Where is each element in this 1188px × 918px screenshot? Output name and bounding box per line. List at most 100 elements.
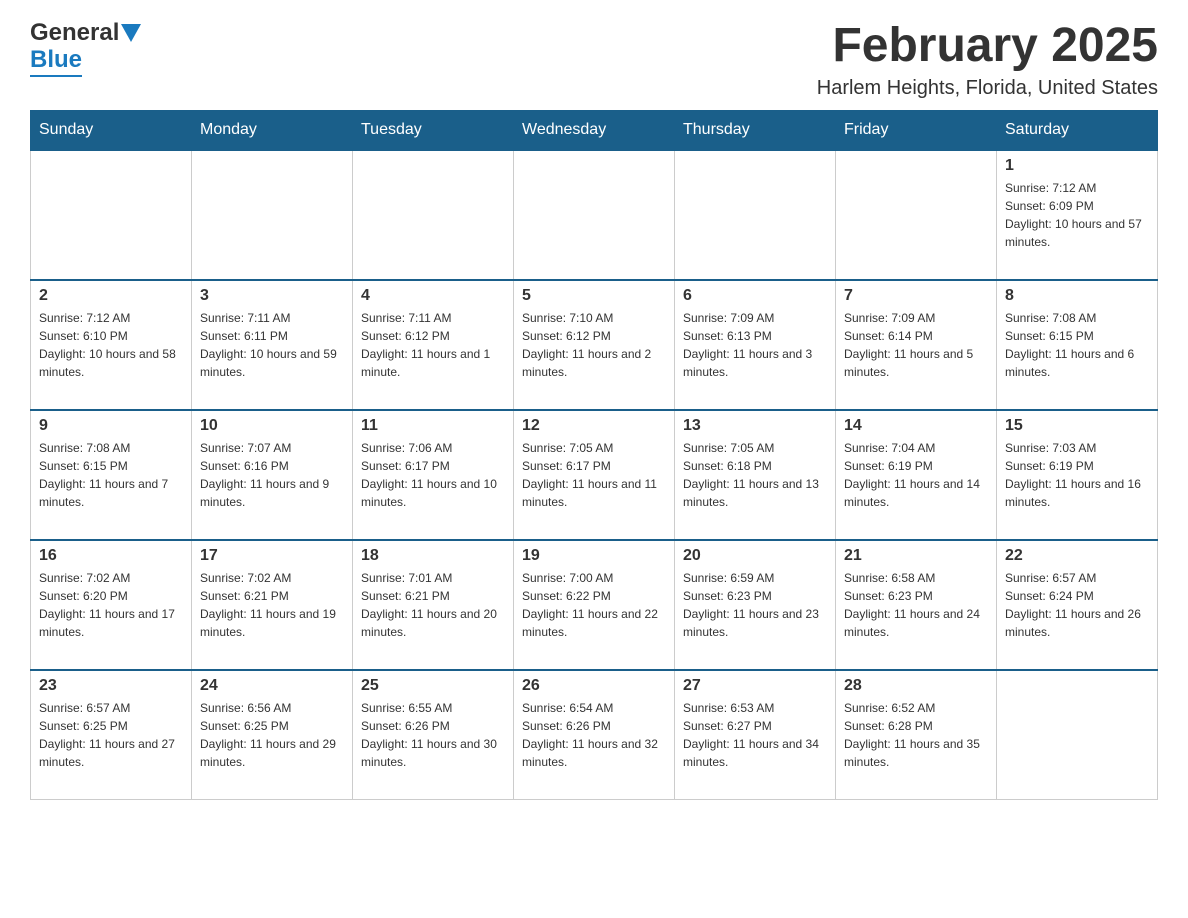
- logo-arrow-icon: [121, 24, 141, 42]
- week-row-4: 16 Sunrise: 7:02 AMSunset: 6:20 PMDayligh…: [31, 540, 1158, 670]
- day-number: 28: [844, 677, 988, 695]
- week-row-3: 9Sunrise: 7:08 AMSunset: 6:15 PMDaylight…: [31, 410, 1158, 540]
- calendar-cell: 11Sunrise: 7:06 AMSunset: 6:17 PMDayligh…: [353, 410, 514, 540]
- calendar-cell: 20 Sunrise: 6:59 AMSunset: 6:23 PMDayligh…: [675, 540, 836, 670]
- day-info: Sunrise: 7:09 AMSunset: 6:13 PMDaylight:…: [683, 309, 827, 381]
- calendar-cell: 1Sunrise: 7:12 AMSunset: 6:09 PMDaylight…: [997, 150, 1158, 280]
- day-number: 23: [39, 677, 183, 695]
- day-number: 14: [844, 417, 988, 435]
- day-info: Sunrise: 7:10 AMSunset: 6:12 PMDaylight:…: [522, 309, 666, 381]
- calendar-cell: 17 Sunrise: 7:02 AMSunset: 6:21 PMDayligh…: [192, 540, 353, 670]
- title-section: February 2025 Harlem Heights, Florida, U…: [817, 20, 1158, 100]
- logo-blue-span: Blue: [30, 46, 82, 77]
- calendar-table: SundayMondayTuesdayWednesdayThursdayFrid…: [30, 110, 1158, 801]
- day-info: Sunrise: 6:54 AMSunset: 6:26 PMDaylight:…: [522, 699, 666, 771]
- calendar-cell: 7 Sunrise: 7:09 AMSunset: 6:14 PMDaylight…: [836, 280, 997, 410]
- day-info: Sunrise: 6:57 AMSunset: 6:24 PMDaylight:…: [1005, 569, 1149, 641]
- calendar-cell: 10 Sunrise: 7:07 AMSunset: 6:16 PMDayligh…: [192, 410, 353, 540]
- day-info: Sunrise: 7:11 AMSunset: 6:12 PMDaylight:…: [361, 309, 505, 381]
- calendar-cell: 19 Sunrise: 7:00 AMSunset: 6:22 PMDayligh…: [514, 540, 675, 670]
- day-info: Sunrise: 7:09 AMSunset: 6:14 PMDaylight:…: [844, 309, 988, 381]
- logo: General Blue: [30, 20, 143, 77]
- calendar-cell: [514, 150, 675, 280]
- calendar-cell: 15 Sunrise: 7:03 AMSunset: 6:19 PMDayligh…: [997, 410, 1158, 540]
- day-number: 15: [1005, 417, 1149, 435]
- day-info: Sunrise: 6:59 AMSunset: 6:23 PMDaylight:…: [683, 569, 827, 641]
- day-number: 25: [361, 677, 505, 695]
- logo-general-span: General: [30, 20, 119, 46]
- weekday-header-thursday: Thursday: [675, 110, 836, 150]
- weekday-header-tuesday: Tuesday: [353, 110, 514, 150]
- day-info: Sunrise: 7:03 AMSunset: 6:19 PMDaylight:…: [1005, 439, 1149, 511]
- week-row-2: 2 Sunrise: 7:12 AMSunset: 6:10 PMDaylight…: [31, 280, 1158, 410]
- weekday-header-monday: Monday: [192, 110, 353, 150]
- calendar-cell: [997, 670, 1158, 800]
- day-number: 20: [683, 547, 827, 565]
- day-info: Sunrise: 7:02 AMSunset: 6:21 PMDaylight:…: [200, 569, 344, 641]
- calendar-cell: [192, 150, 353, 280]
- day-info: Sunrise: 6:55 AMSunset: 6:26 PMDaylight:…: [361, 699, 505, 771]
- day-number: 21: [844, 547, 988, 565]
- calendar-cell: 3 Sunrise: 7:11 AMSunset: 6:11 PMDaylight…: [192, 280, 353, 410]
- day-info: Sunrise: 7:05 AMSunset: 6:18 PMDaylight:…: [683, 439, 827, 511]
- logo-row2: Blue: [30, 46, 143, 77]
- day-number: 24: [200, 677, 344, 695]
- calendar-cell: 13 Sunrise: 7:05 AMSunset: 6:18 PMDayligh…: [675, 410, 836, 540]
- day-info: Sunrise: 6:57 AMSunset: 6:25 PMDaylight:…: [39, 699, 183, 771]
- day-info: Sunrise: 7:08 AMSunset: 6:15 PMDaylight:…: [1005, 309, 1149, 381]
- calendar-cell: 6Sunrise: 7:09 AMSunset: 6:13 PMDaylight…: [675, 280, 836, 410]
- day-number: 17: [200, 547, 344, 565]
- week-row-1: 1Sunrise: 7:12 AMSunset: 6:09 PMDaylight…: [31, 150, 1158, 280]
- day-info: Sunrise: 7:05 AMSunset: 6:17 PMDaylight:…: [522, 439, 666, 511]
- week-row-5: 23 Sunrise: 6:57 AMSunset: 6:25 PMDayligh…: [31, 670, 1158, 800]
- calendar-cell: [353, 150, 514, 280]
- day-info: Sunrise: 7:07 AMSunset: 6:16 PMDaylight:…: [200, 439, 344, 511]
- day-number: 3: [200, 287, 344, 305]
- day-number: 7: [844, 287, 988, 305]
- day-info: Sunrise: 7:01 AMSunset: 6:21 PMDaylight:…: [361, 569, 505, 641]
- day-info: Sunrise: 7:00 AMSunset: 6:22 PMDaylight:…: [522, 569, 666, 641]
- day-number: 26: [522, 677, 666, 695]
- day-info: Sunrise: 7:12 AMSunset: 6:10 PMDaylight:…: [39, 309, 183, 381]
- calendar-cell: 21Sunrise: 6:58 AMSunset: 6:23 PMDayligh…: [836, 540, 997, 670]
- calendar-cell: 12Sunrise: 7:05 AMSunset: 6:17 PMDayligh…: [514, 410, 675, 540]
- calendar-cell: 18 Sunrise: 7:01 AMSunset: 6:21 PMDayligh…: [353, 540, 514, 670]
- calendar-cell: 4 Sunrise: 7:11 AMSunset: 6:12 PMDaylight…: [353, 280, 514, 410]
- day-number: 16: [39, 547, 183, 565]
- calendar-cell: 28 Sunrise: 6:52 AMSunset: 6:28 PMDayligh…: [836, 670, 997, 800]
- day-number: 13: [683, 417, 827, 435]
- day-info: Sunrise: 6:56 AMSunset: 6:25 PMDaylight:…: [200, 699, 344, 771]
- day-number: 10: [200, 417, 344, 435]
- day-number: 4: [361, 287, 505, 305]
- weekday-header-row: SundayMondayTuesdayWednesdayThursdayFrid…: [31, 110, 1158, 150]
- weekday-header-wednesday: Wednesday: [514, 110, 675, 150]
- weekday-header-sunday: Sunday: [31, 110, 192, 150]
- calendar-cell: 27Sunrise: 6:53 AMSunset: 6:27 PMDayligh…: [675, 670, 836, 800]
- day-number: 18: [361, 547, 505, 565]
- weekday-header-saturday: Saturday: [997, 110, 1158, 150]
- day-info: Sunrise: 7:02 AMSunset: 6:20 PMDaylight:…: [39, 569, 183, 641]
- calendar-cell: 8 Sunrise: 7:08 AMSunset: 6:15 PMDaylight…: [997, 280, 1158, 410]
- day-number: 19: [522, 547, 666, 565]
- day-info: Sunrise: 6:52 AMSunset: 6:28 PMDaylight:…: [844, 699, 988, 771]
- day-number: 9: [39, 417, 183, 435]
- calendar-cell: 26 Sunrise: 6:54 AMSunset: 6:26 PMDayligh…: [514, 670, 675, 800]
- calendar-cell: 5Sunrise: 7:10 AMSunset: 6:12 PMDaylight…: [514, 280, 675, 410]
- page-header: General Blue February 2025 Harlem Height…: [30, 20, 1158, 100]
- logo-row1: General: [30, 20, 143, 46]
- calendar-cell: 25 Sunrise: 6:55 AMSunset: 6:26 PMDayligh…: [353, 670, 514, 800]
- calendar-cell: [31, 150, 192, 280]
- calendar-cell: 9Sunrise: 7:08 AMSunset: 6:15 PMDaylight…: [31, 410, 192, 540]
- calendar-cell: [675, 150, 836, 280]
- calendar-cell: 2 Sunrise: 7:12 AMSunset: 6:10 PMDaylight…: [31, 280, 192, 410]
- day-number: 11: [361, 417, 505, 435]
- calendar-cell: 23 Sunrise: 6:57 AMSunset: 6:25 PMDayligh…: [31, 670, 192, 800]
- weekday-header-friday: Friday: [836, 110, 997, 150]
- day-number: 22: [1005, 547, 1149, 565]
- calendar-cell: 24 Sunrise: 6:56 AMSunset: 6:25 PMDayligh…: [192, 670, 353, 800]
- month-title: February 2025: [817, 20, 1158, 73]
- day-info: Sunrise: 7:11 AMSunset: 6:11 PMDaylight:…: [200, 309, 344, 381]
- day-number: 2: [39, 287, 183, 305]
- day-number: 8: [1005, 287, 1149, 305]
- calendar-cell: 16 Sunrise: 7:02 AMSunset: 6:20 PMDayligh…: [31, 540, 192, 670]
